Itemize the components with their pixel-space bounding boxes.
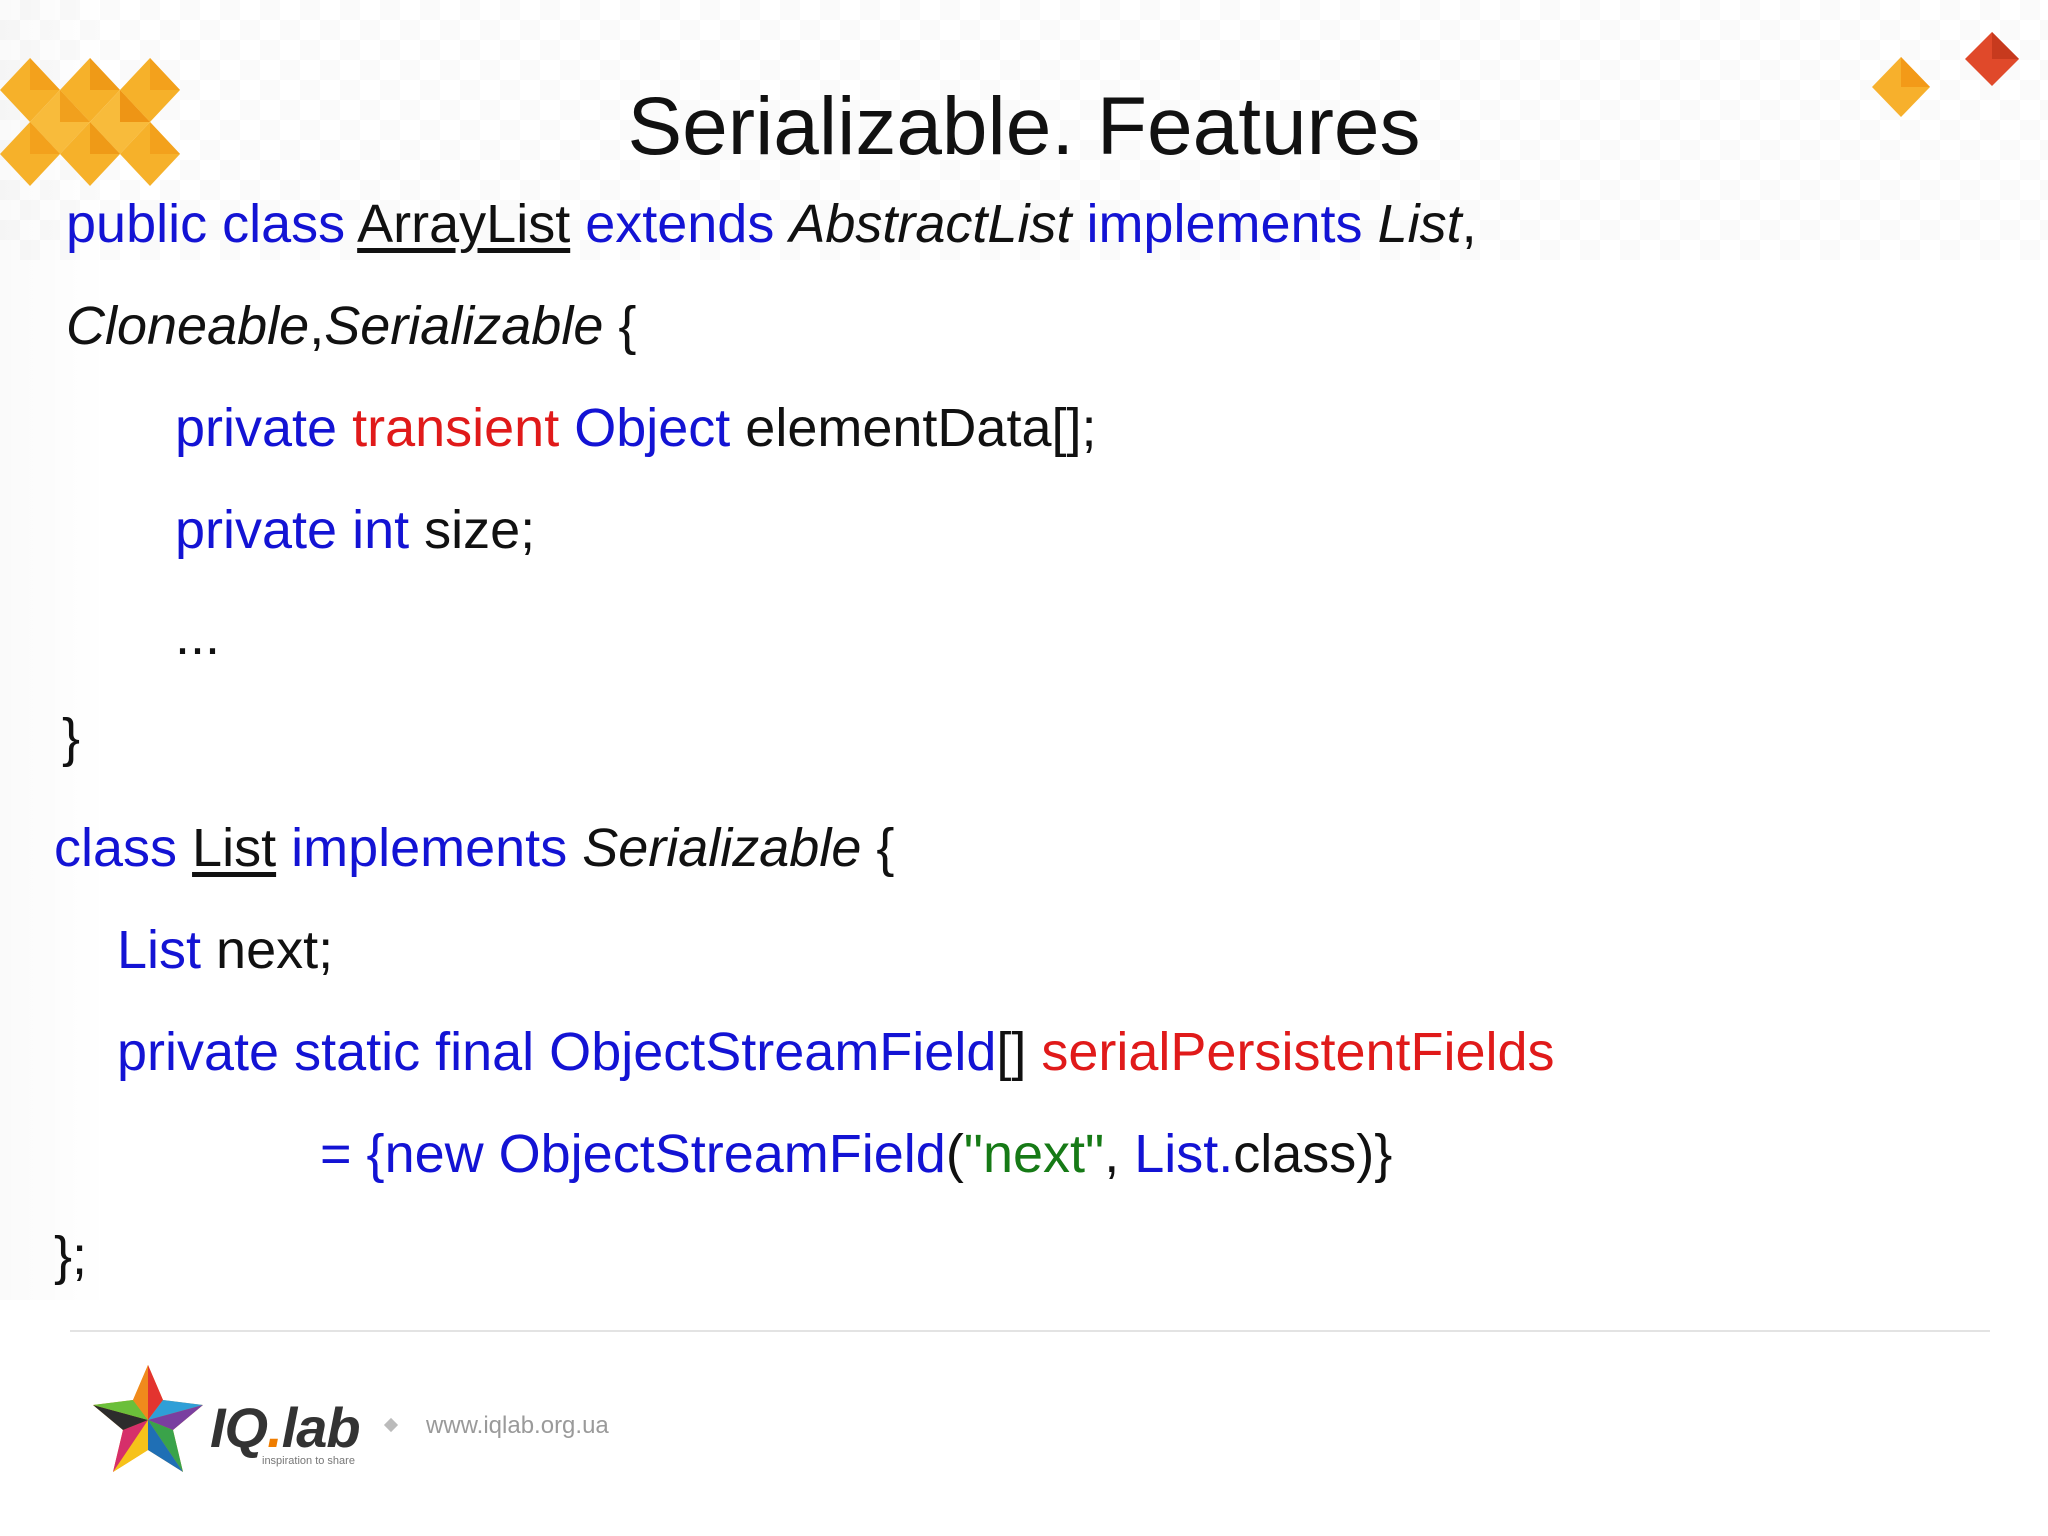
code-token: Serializable	[582, 818, 862, 878]
code-token: List	[192, 818, 277, 878]
code-token: Object	[559, 398, 731, 458]
code-token: private int	[175, 500, 410, 560]
code-token: ,	[1461, 194, 1477, 254]
code-line-1: public class ArrayList extends AbstractL…	[66, 191, 1477, 257]
code-token: public class	[66, 194, 358, 254]
code-token: ArrayList	[357, 194, 571, 254]
slide-title: Serializable. Features	[627, 81, 1421, 172]
code-token: next;	[201, 920, 334, 980]
code-token: []	[996, 1022, 1042, 1082]
code-token: extends	[570, 194, 790, 254]
code-line-9: private static final ObjectStreamField[]…	[117, 1019, 1555, 1085]
code-token: new ObjectStreamField	[384, 1124, 946, 1184]
code-token: Cloneable	[66, 296, 310, 356]
brand-dot: .	[267, 1396, 283, 1459]
brand-part: lab	[281, 1396, 361, 1459]
footer-divider	[70, 1330, 1990, 1332]
code-token: {	[603, 296, 637, 356]
code-token: size;	[409, 500, 536, 560]
code-token: elementData[];	[730, 398, 1097, 458]
separator-diamond-icon	[383, 1417, 399, 1433]
code-token: AbstractList	[789, 194, 1072, 254]
code-token: List.	[1134, 1124, 1234, 1184]
code-token: implements	[1071, 194, 1378, 254]
code-token: ,	[309, 296, 325, 356]
code-line-10: = {new ObjectStreamField("next", List.cl…	[320, 1121, 1392, 1187]
code-token: "next"	[963, 1124, 1105, 1184]
code-token: transient	[352, 398, 560, 458]
code-token: private static final ObjectStreamField	[117, 1022, 997, 1082]
code-token: class)}	[1233, 1124, 1393, 1184]
brand-part: IQ	[210, 1396, 268, 1459]
code-line-5: ...	[175, 606, 221, 666]
code-line-2: Cloneable,Serializable {	[66, 293, 636, 359]
code-line-6: }	[62, 708, 81, 768]
code-token: {	[861, 818, 895, 878]
code-token: class	[54, 818, 193, 878]
code-line-8: List next;	[117, 917, 333, 983]
code-token: serialPersistentFields	[1041, 1022, 1555, 1082]
code-token: List	[117, 920, 202, 980]
iqlab-logo-icon	[93, 1365, 203, 1472]
code-line-4: private int size;	[175, 497, 535, 563]
code-token: ,	[1104, 1124, 1135, 1184]
code-token: = {	[320, 1124, 385, 1184]
footer-url-link[interactable]: www.iqlab.org.ua	[426, 1412, 609, 1440]
code-line-3: private transient Object elementData[];	[175, 395, 1096, 461]
brand-tagline: inspiration to share	[262, 1455, 355, 1467]
code-line-11: };	[54, 1226, 88, 1286]
code-token: Serializable	[324, 296, 604, 356]
code-token: private	[175, 398, 353, 458]
code-token: (	[945, 1124, 964, 1184]
code-token: implements	[276, 818, 583, 878]
code-token: List	[1377, 194, 1462, 254]
brand-logo-text: IQ.lab	[210, 1395, 361, 1460]
code-line-7: class List implements Serializable {	[54, 815, 894, 881]
